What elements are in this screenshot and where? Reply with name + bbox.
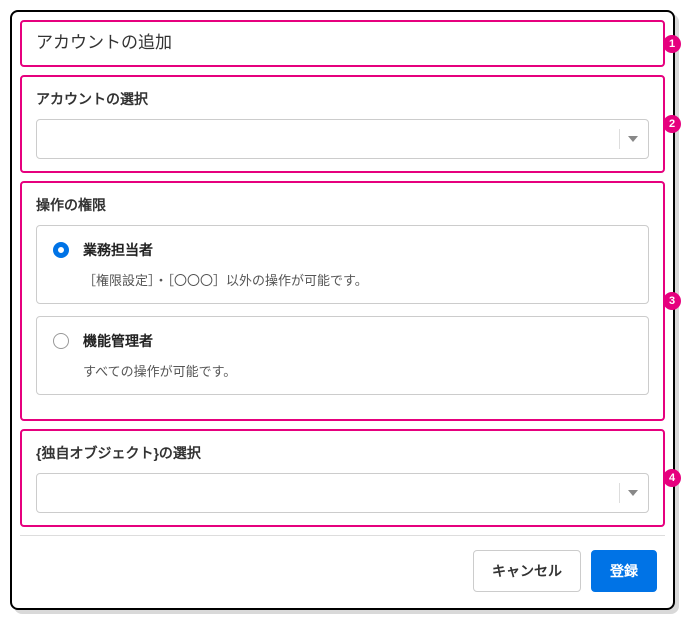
radio-label-admin: 機能管理者 — [83, 331, 153, 351]
dialog-title: アカウントの追加 — [36, 33, 172, 52]
radio-icon — [53, 333, 69, 349]
cancel-button[interactable]: キャンセル — [473, 550, 581, 592]
section-account-select: アカウントの選択 2 — [20, 75, 665, 173]
radio-desc-operator: ［権限設定］・［〇〇〇］以外の操作が可能です。 — [83, 270, 632, 289]
section-permissions: 操作の権限 業務担当者 ［権限設定］・［〇〇〇］以外の操作が可能です。 機能管理… — [20, 181, 665, 421]
annotation-badge-3: 3 — [663, 292, 681, 310]
annotation-badge-1: 1 — [663, 35, 681, 53]
dialog: アカウントの追加 1 アカウントの選択 2 操作の権限 業務担当者 ［権限設定］… — [10, 10, 675, 610]
radio-label-operator: 業務担当者 — [83, 240, 153, 260]
permissions-label: 操作の権限 — [36, 195, 649, 215]
radio-desc-admin: すべての操作が可能です。 — [83, 361, 632, 380]
annotation-badge-2: 2 — [663, 115, 681, 133]
annotation-badge-4: 4 — [663, 469, 681, 487]
radio-option-operator[interactable]: 業務担当者 ［権限設定］・［〇〇〇］以外の操作が可能です。 — [36, 225, 649, 304]
radio-icon — [53, 242, 69, 258]
chevron-down-icon — [619, 129, 638, 149]
account-select-label: アカウントの選択 — [36, 89, 649, 109]
radio-option-admin[interactable]: 機能管理者 すべての操作が可能です。 — [36, 316, 649, 395]
section-object-select: {独自オブジェクト}の選択 4 — [20, 429, 665, 527]
dialog-footer: キャンセル 登録 — [12, 536, 673, 608]
chevron-down-icon — [619, 483, 638, 503]
account-select-dropdown[interactable] — [36, 119, 649, 159]
submit-button[interactable]: 登録 — [591, 550, 657, 592]
section-title: アカウントの追加 1 — [20, 20, 665, 67]
object-select-label: {独自オブジェクト}の選択 — [36, 443, 649, 463]
object-select-dropdown[interactable] — [36, 473, 649, 513]
